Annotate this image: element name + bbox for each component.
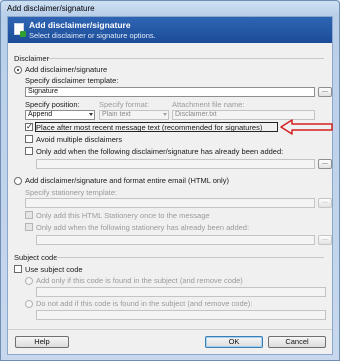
format-label: Specify format: — [99, 100, 150, 109]
stationery-field[interactable] — [25, 198, 315, 208]
footer-divider — [8, 329, 332, 330]
do-not-label: Do not add if this code is found in the … — [36, 299, 253, 308]
stationery-label: Specify stationery template: — [25, 188, 118, 197]
only-add-browse-button[interactable]: ... — [318, 159, 332, 169]
disclaimer-group-divider — [48, 58, 324, 59]
header-banner: Add disclaimer/signature Select disclaim… — [8, 17, 332, 43]
only-add-label: Only add when the following disclaimer/s… — [36, 147, 284, 156]
once-label: Only add this HTML Stationery once to th… — [36, 211, 210, 220]
do-not-field[interactable] — [36, 310, 326, 320]
place-after-checkbox[interactable] — [25, 122, 33, 131]
chevron-down-icon — [89, 113, 93, 116]
banner-subtitle: Select disclaimer or signature options. — [29, 31, 156, 40]
template-field[interactable]: Signature — [25, 87, 315, 97]
dialog-window: Add disclaimer/signature Add disclaimer/… — [0, 0, 340, 361]
document-add-icon — [14, 23, 26, 37]
only-if-label: Add only if this code is found in the su… — [36, 276, 243, 285]
use-subject-code-checkbox[interactable] — [14, 265, 22, 273]
only-add-field[interactable] — [36, 159, 315, 169]
add-disclaimer-radio[interactable] — [14, 66, 22, 74]
help-button[interactable]: Help — [15, 336, 69, 348]
only-stationery-field[interactable] — [36, 235, 315, 245]
subject-code-group-label: Subject code — [14, 253, 58, 262]
position-value: Append — [28, 111, 53, 118]
banner-title: Add disclaimer/signature — [29, 20, 131, 30]
disclaimer-group-label: Disclaimer — [14, 54, 50, 63]
only-stationery-label: Only add when the following stationery h… — [36, 223, 250, 232]
position-label: Specify position: — [25, 100, 80, 109]
template-browse-button[interactable]: ... — [318, 87, 332, 97]
position-dropdown[interactable]: Append — [25, 110, 95, 120]
only-if-radio[interactable] — [25, 277, 33, 285]
use-subject-code-label: Use subject code — [25, 265, 83, 274]
once-checkbox[interactable] — [25, 211, 33, 219]
html-format-radio[interactable] — [14, 177, 22, 185]
place-after-label: Place after most recent message text (re… — [36, 123, 263, 132]
do-not-radio[interactable] — [25, 300, 33, 308]
attachment-label: Attachment file name: — [172, 100, 245, 109]
template-label: Specify disclaimer template: — [25, 76, 119, 85]
ok-button[interactable]: OK — [205, 336, 263, 348]
format-dropdown[interactable]: Plain text — [99, 110, 169, 120]
only-stationery-checkbox[interactable] — [25, 223, 33, 231]
only-if-field[interactable] — [36, 287, 326, 297]
stationery-browse-button[interactable]: ... — [318, 198, 332, 208]
avoid-multiple-checkbox[interactable] — [25, 135, 33, 143]
html-format-label: Add disclaimer/signature and format enti… — [25, 176, 229, 185]
dialog-client-area: Add disclaimer/signature Select disclaim… — [7, 16, 333, 355]
format-value: Plain text — [102, 111, 131, 118]
only-add-checkbox[interactable] — [25, 147, 33, 155]
annotation-arrow-icon — [280, 119, 333, 135]
only-stationery-browse-button[interactable]: ... — [318, 235, 332, 245]
cancel-button[interactable]: Cancel — [268, 336, 326, 348]
subject-code-divider — [56, 257, 324, 258]
chevron-down-icon — [163, 113, 167, 116]
window-title: Add disclaimer/signature — [7, 4, 95, 13]
add-disclaimer-label: Add disclaimer/signature — [25, 65, 108, 74]
avoid-multiple-label: Avoid multiple disclaimers — [36, 135, 123, 144]
